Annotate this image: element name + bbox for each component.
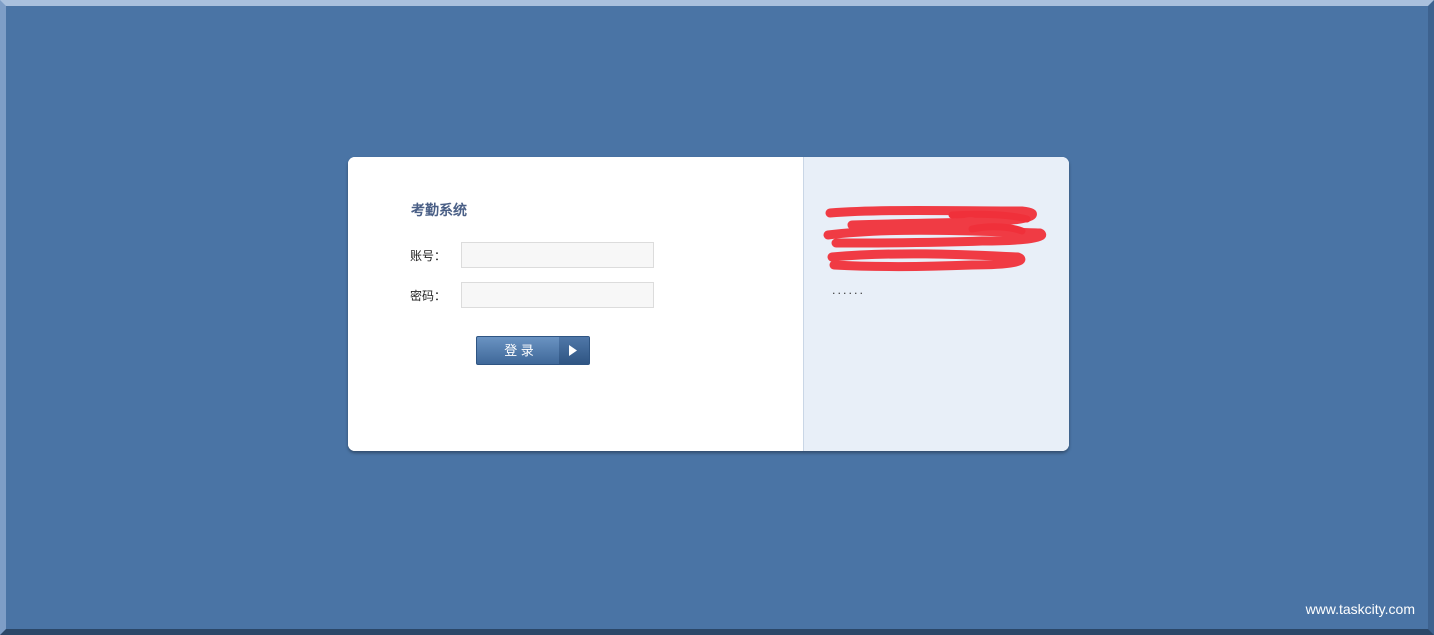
login-card: 考勤系统 账号： 密码： 登 录 ...... xyxy=(348,157,1069,451)
login-button[interactable]: 登 录 xyxy=(476,336,590,365)
system-title: 考勤系统 xyxy=(411,203,467,219)
footer-site: www.taskcity.com xyxy=(1305,601,1415,617)
notice-more: ...... xyxy=(832,284,865,297)
redaction-scribble xyxy=(823,206,1047,271)
login-form: 考勤系统 账号： 密码： 登 录 xyxy=(348,157,803,451)
notice-panel: ...... xyxy=(803,157,1069,451)
password-label: 密码： xyxy=(410,289,447,303)
account-label: 账号： xyxy=(410,249,447,263)
arrow-right-icon xyxy=(559,337,589,364)
login-button-label: 登 录 xyxy=(504,343,534,358)
account-input[interactable] xyxy=(461,242,654,268)
password-input[interactable] xyxy=(461,282,654,308)
